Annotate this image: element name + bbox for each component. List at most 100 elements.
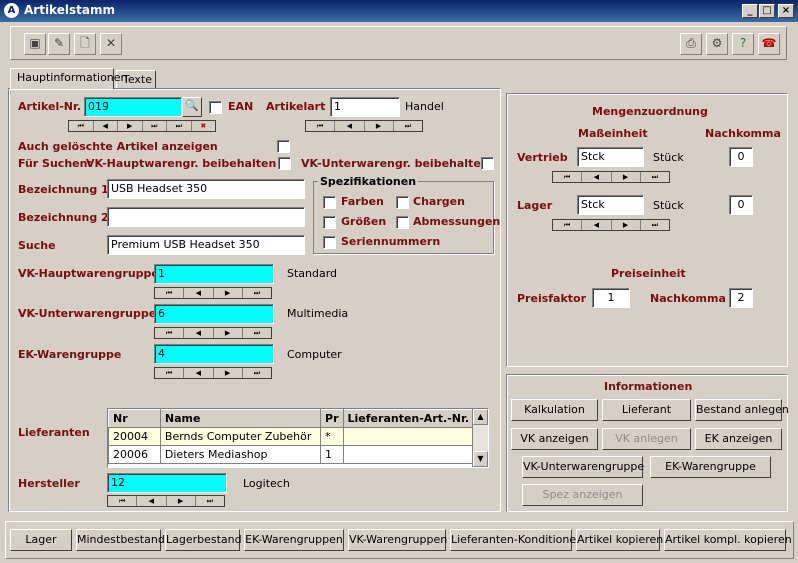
delete-record-icon[interactable]: ✖ — [192, 121, 216, 131]
first-record-icon[interactable]: ⏮ — [155, 288, 185, 298]
last-record-icon[interactable]: ⏭ — [243, 328, 271, 338]
vk-unter-beibehalten-checkbox[interactable] — [481, 157, 494, 170]
vertrieb-nachkomma-input[interactable]: 0 — [729, 147, 753, 167]
ek-warengruppen-button[interactable]: EK-Warengruppen — [244, 529, 344, 551]
prev-record-icon[interactable]: ◀ — [582, 172, 612, 182]
next-record-icon[interactable]: ▶ — [612, 220, 641, 230]
column-header-nr[interactable]: Nr — [108, 409, 161, 428]
table-row[interactable]: 20004 Bernds Computer Zubehör * — [108, 427, 475, 446]
next-record-icon[interactable]: ▶ — [612, 172, 641, 182]
first-record-icon[interactable]: ⏮ — [155, 368, 185, 378]
artikelart-input[interactable]: 1 — [330, 97, 400, 117]
next-record-icon[interactable]: ▶ — [365, 121, 394, 131]
prev-record-icon[interactable]: ◀ — [137, 496, 167, 506]
vk-haupt-input[interactable]: 1 — [154, 264, 274, 284]
artikel-navigator[interactable]: ⏮ ◀ ▶ ⏭ ⏭ ✖ — [68, 120, 216, 132]
next-record-icon[interactable]: ▶ — [214, 368, 243, 378]
abmessungen-checkbox[interactable] — [396, 216, 409, 229]
table-scrollbar[interactable]: ▲ ▼ — [472, 409, 488, 467]
vk-unter-navigator[interactable]: ⏮ ◀ ▶ ⏭ — [154, 327, 272, 339]
preis-nachkomma-input[interactable]: 2 — [729, 288, 753, 308]
vk-haupt-navigator[interactable]: ⏮ ◀ ▶ ⏭ — [154, 287, 272, 299]
save-icon[interactable]: ▣ — [24, 33, 46, 55]
vk-warengruppen-button[interactable]: VK-Warengruppen — [348, 529, 447, 551]
mindestbestand-button[interactable]: Mindestbestand — [76, 529, 165, 551]
preisfaktor-input[interactable]: 1 — [592, 288, 630, 308]
artikel-kompl-kopieren-button[interactable]: Artikel kompl. kopieren — [664, 529, 792, 551]
scroll-up-icon[interactable]: ▲ — [473, 409, 488, 425]
next-record-icon[interactable]: ▶ — [214, 328, 243, 338]
ean-checkbox[interactable] — [209, 101, 222, 114]
first-record-icon[interactable]: ⏮ — [155, 328, 185, 338]
first-record-icon[interactable]: ⏮ — [306, 121, 336, 131]
vk-unterwarengruppe-button[interactable]: VK-Unterwarengruppe — [522, 456, 644, 478]
vertrieb-navigator[interactable]: ⏮ ◀ ▶ ⏭ — [552, 171, 670, 183]
first-record-icon[interactable]: ⏮ — [108, 496, 138, 506]
last-record-icon[interactable]: ⏭ — [143, 121, 167, 131]
hersteller-input[interactable]: 12 — [107, 473, 227, 493]
last-record-icon[interactable]: ⏭ — [641, 172, 669, 182]
tab-hauptinformationen[interactable]: Hauptinformationen — [10, 68, 128, 89]
table-row[interactable]: 20006 Dieters Mediashop 1 — [108, 445, 475, 464]
last-record-icon[interactable]: ⏭ — [243, 288, 271, 298]
farben-checkbox[interactable] — [323, 196, 336, 209]
maximize-button[interactable]: □ — [759, 4, 775, 18]
vk-anzeigen-button[interactable]: VK anzeigen — [511, 428, 598, 450]
ek-anzeigen-button[interactable]: EK anzeigen — [695, 428, 782, 450]
suche-input[interactable]: Premium USB Headset 350 — [107, 235, 305, 255]
first-record-icon[interactable]: ⏮ — [69, 121, 94, 131]
bezeichnung2-input[interactable] — [107, 207, 305, 227]
prev-record-icon[interactable]: ◀ — [184, 328, 214, 338]
bestand-anlegen-button[interactable]: Bestand anlegen — [695, 399, 789, 421]
first-record-icon[interactable]: ⏮ — [553, 172, 583, 182]
vertrieb-input[interactable]: Stck — [577, 147, 644, 167]
last-record-icon[interactable]: ⏭ — [394, 121, 422, 131]
lieferant-button[interactable]: Lieferant — [602, 399, 691, 421]
lager-nachkomma-input[interactable]: 0 — [729, 195, 753, 215]
ek-input[interactable]: 4 — [154, 344, 274, 364]
prev-record-icon[interactable]: ◀ — [582, 220, 612, 230]
print-icon[interactable]: ⎙ — [680, 33, 702, 55]
new-document-icon[interactable]: 🗋 — [74, 33, 96, 55]
ek-navigator[interactable]: ⏮ ◀ ▶ ⏭ — [154, 367, 272, 379]
lager-input[interactable]: Stck — [577, 195, 644, 215]
append-record-icon[interactable]: ⏭ — [167, 121, 192, 131]
phone-icon[interactable]: ☎ — [758, 33, 780, 55]
next-record-icon[interactable]: ▶ — [118, 121, 143, 131]
next-record-icon[interactable]: ▶ — [167, 496, 196, 506]
geloeschte-checkbox[interactable] — [277, 140, 290, 153]
ek-warengruppe-button[interactable]: EK-Warengruppe — [650, 456, 771, 478]
bezeichnung1-input[interactable]: USB Headset 350 — [107, 179, 305, 199]
prev-record-icon[interactable]: ◀ — [184, 368, 214, 378]
minimize-button[interactable]: _ — [742, 4, 758, 18]
lager-button[interactable]: Lager — [10, 529, 72, 551]
vk-haupt-beibehalten-checkbox[interactable] — [278, 157, 291, 170]
lagerbestand-button[interactable]: Lagerbestand — [165, 529, 242, 551]
scroll-down-icon[interactable]: ▼ — [473, 451, 488, 467]
prev-record-icon[interactable]: ◀ — [335, 121, 365, 131]
kalkulation-button[interactable]: Kalkulation — [511, 399, 598, 421]
vk-unter-input[interactable]: 6 — [154, 304, 274, 324]
last-record-icon[interactable]: ⏭ — [243, 368, 271, 378]
first-record-icon[interactable]: ⏮ — [553, 220, 583, 230]
lieferanten-konditionen-button[interactable]: Lieferanten-Konditionen — [450, 529, 583, 551]
seriennummern-checkbox[interactable] — [323, 236, 336, 249]
next-record-icon[interactable]: ▶ — [214, 288, 243, 298]
delete-icon[interactable]: ✕ — [100, 33, 122, 55]
artikel-kopieren-button[interactable]: Artikel kopieren — [576, 529, 663, 551]
spez-anzeigen-button[interactable]: Spez anzeigen — [522, 484, 643, 506]
artikelart-navigator[interactable]: ⏮ ◀ ▶ ⏭ — [305, 120, 423, 132]
column-header-name[interactable]: Name — [159, 409, 322, 428]
search-icon[interactable]: 🔍 — [182, 97, 202, 117]
edit-icon[interactable]: ✎ — [48, 33, 70, 55]
vk-anlegen-button[interactable]: VK anlegen — [602, 428, 691, 450]
hersteller-navigator[interactable]: ⏮ ◀ ▶ ⏭ — [107, 495, 225, 507]
artikel-nr-input[interactable]: 019 — [84, 97, 182, 117]
lager-navigator[interactable]: ⏮ ◀ ▶ ⏭ — [552, 219, 670, 231]
chargen-checkbox[interactable] — [396, 196, 409, 209]
prev-record-icon[interactable]: ◀ — [94, 121, 118, 131]
last-record-icon[interactable]: ⏭ — [196, 496, 224, 506]
close-button[interactable]: × — [778, 4, 794, 18]
column-header-pr[interactable]: Pr — [320, 409, 344, 428]
help-icon[interactable]: ? — [732, 33, 754, 55]
